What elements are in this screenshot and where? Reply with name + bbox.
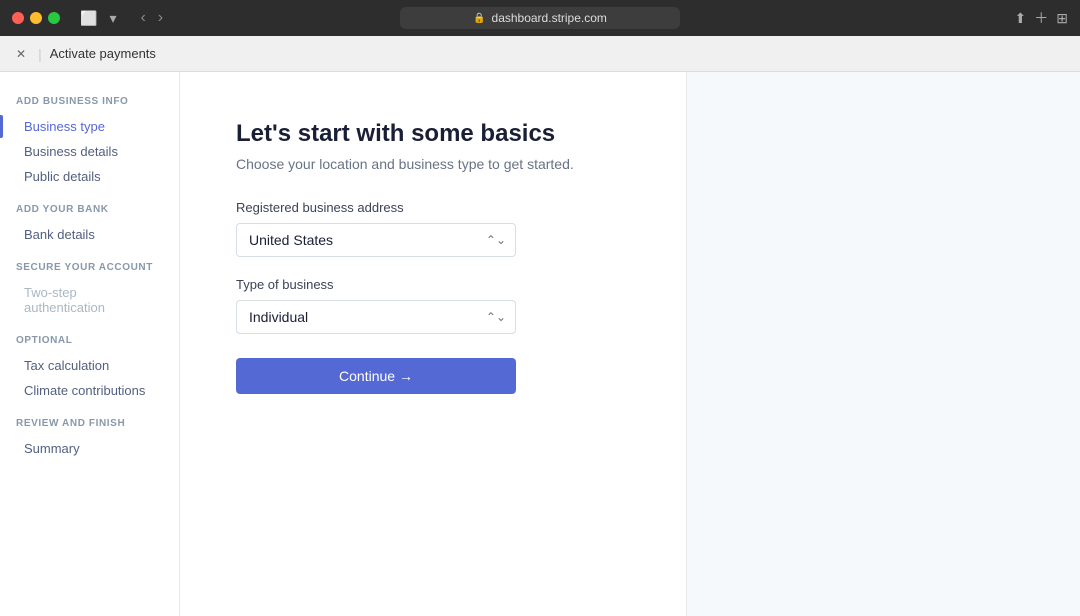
back-button[interactable]: ‹ bbox=[136, 7, 149, 29]
close-button-traffic[interactable] bbox=[12, 12, 24, 24]
sidebar-item-label: Summary bbox=[24, 441, 80, 456]
browser-chrome: ⬜ ▾ ‹ › 🔒 dashboard.stripe.com ⬆ ＋ ⊞ bbox=[0, 0, 1080, 36]
sidebar-section-optional: Optional bbox=[16, 335, 163, 346]
sidebar-section-add-business-info: Add Business Info bbox=[16, 96, 163, 107]
chevron-down-icon[interactable]: ▾ bbox=[105, 8, 120, 29]
sidebar-item-label: Business type bbox=[24, 119, 105, 134]
grid-icon[interactable]: ⊞ bbox=[1056, 10, 1068, 27]
url-text: dashboard.stripe.com bbox=[492, 11, 607, 25]
tab-close-button[interactable]: ✕ bbox=[12, 47, 30, 61]
registered-address-label: Registered business address bbox=[236, 200, 630, 215]
page-title: Let's start with some basics bbox=[236, 120, 630, 148]
tab-title: Activate payments bbox=[50, 46, 156, 61]
sidebar-item-climate-contributions[interactable]: Climate contributions bbox=[16, 379, 163, 402]
share-icon[interactable]: ⬆ bbox=[1015, 10, 1027, 27]
business-type-select[interactable]: Individual Company Non-profit Government… bbox=[236, 300, 516, 334]
sidebar-item-public-details[interactable]: Public details bbox=[16, 165, 163, 188]
browser-sidebar-toggle[interactable]: ⬜ ▾ bbox=[76, 8, 120, 29]
sidebar: Add Business Info Business type Business… bbox=[0, 72, 180, 616]
new-tab-icon[interactable]: ＋ bbox=[1034, 8, 1048, 28]
sidebar-section-secure-account: Secure Your Account bbox=[16, 262, 163, 273]
minimize-button-traffic[interactable] bbox=[30, 12, 42, 24]
sidebar-item-tax-calculation[interactable]: Tax calculation bbox=[16, 354, 163, 377]
sidebar-item-label: Bank details bbox=[24, 227, 95, 242]
business-type-label: Type of business bbox=[236, 277, 630, 292]
registered-address-select[interactable]: United States United Kingdom Canada Aust… bbox=[236, 223, 516, 257]
tab-separator: | bbox=[38, 46, 42, 62]
sidebar-section-add-bank: Add Your Bank bbox=[16, 204, 163, 215]
page-subtitle: Choose your location and business type t… bbox=[236, 156, 630, 172]
sidebar-item-label: Climate contributions bbox=[24, 383, 145, 398]
business-type-select-wrapper: Individual Company Non-profit Government… bbox=[236, 300, 516, 334]
business-type-section: Type of business Individual Company Non-… bbox=[236, 277, 630, 334]
main-content: Let's start with some basics Choose your… bbox=[180, 72, 686, 616]
sidebar-icon[interactable]: ⬜ bbox=[76, 8, 101, 29]
sidebar-item-label: Tax calculation bbox=[24, 358, 109, 373]
sidebar-item-bank-details[interactable]: Bank details bbox=[16, 223, 163, 246]
forward-button[interactable]: › bbox=[154, 7, 167, 29]
sidebar-item-label: Two-step authentication bbox=[24, 285, 155, 315]
sidebar-item-label: Public details bbox=[24, 169, 101, 184]
sidebar-item-summary[interactable]: Summary bbox=[16, 437, 163, 460]
sidebar-section-review-finish: Review and Finish bbox=[16, 418, 163, 429]
fullscreen-button-traffic[interactable] bbox=[48, 12, 60, 24]
browser-right-toolbar: ⬆ ＋ ⊞ bbox=[1015, 8, 1068, 28]
continue-label: Continue → bbox=[339, 368, 413, 384]
nav-buttons: ‹ › bbox=[136, 7, 167, 29]
registered-address-select-wrapper: United States United Kingdom Canada Aust… bbox=[236, 223, 516, 257]
sidebar-item-business-type[interactable]: Business type bbox=[16, 115, 163, 138]
sidebar-item-label: Business details bbox=[24, 144, 118, 159]
address-bar[interactable]: 🔒 dashboard.stripe.com bbox=[400, 7, 680, 29]
tab-bar: ✕ | Activate payments bbox=[0, 36, 1080, 72]
lock-icon: 🔒 bbox=[473, 13, 485, 24]
app-container: Add Business Info Business type Business… bbox=[0, 72, 1080, 616]
continue-button[interactable]: Continue → bbox=[236, 358, 516, 394]
traffic-lights bbox=[12, 12, 60, 24]
sidebar-item-two-step: Two-step authentication bbox=[16, 281, 163, 319]
right-panel bbox=[686, 72, 1080, 616]
registered-address-section: Registered business address United State… bbox=[236, 200, 630, 257]
sidebar-item-business-details[interactable]: Business details bbox=[16, 140, 163, 163]
